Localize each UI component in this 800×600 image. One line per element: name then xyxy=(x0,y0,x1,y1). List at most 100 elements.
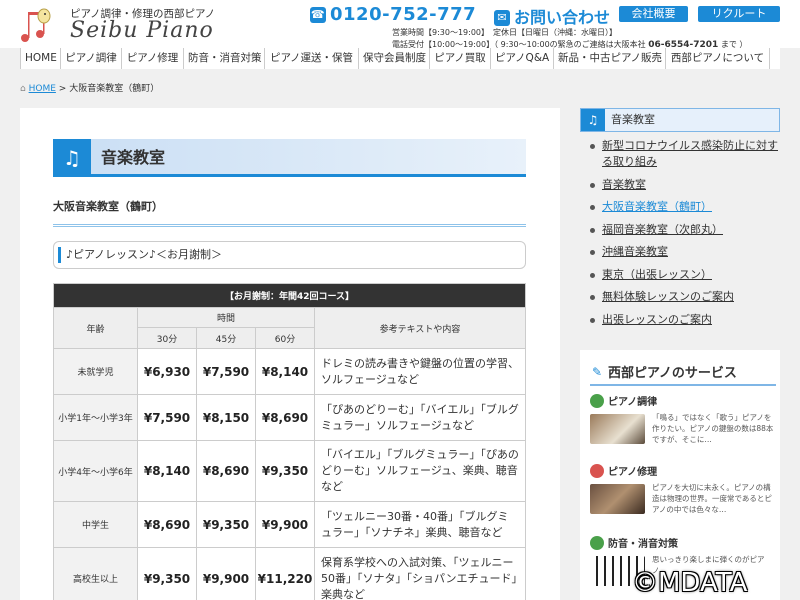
header-45min: 45分 xyxy=(196,327,256,349)
service-tuning[interactable]: ピアノ調律 「鳴る」ではなく「歌う」ピアノを作りたい。ピアノの鍵盤の数は88本で… xyxy=(590,394,776,464)
soundproofing-icon xyxy=(590,536,604,550)
price-60: ¥9,900 xyxy=(255,501,315,548)
row-reference: 「ぴあのどりーむ」「バイエル」「ブルグミュラー」ソルフェージュなど xyxy=(314,394,526,441)
sidebar-item-visiting-lessons[interactable]: 出張レッスンのご案内 xyxy=(580,312,780,328)
price-60: ¥8,140 xyxy=(255,348,315,395)
global-nav: HOME ピアノ調律 ピアノ修理 防音・消音対策 ピアノ運送・保管 保守会員制度… xyxy=(20,48,780,69)
music-note-icon: ♫ xyxy=(581,109,605,131)
home-icon: ⌂ xyxy=(20,84,26,94)
sidebar-item-label: 音楽教室 xyxy=(602,177,646,191)
row-age: 高校生以上 xyxy=(53,547,138,600)
breadcrumb-separator: > xyxy=(58,84,67,94)
price-45: ¥7,590 xyxy=(196,348,256,395)
table-row: 中学生 ¥8,690 ¥9,350 ¥9,900 「ツェルニー30番・40番」「… xyxy=(53,501,526,548)
sidebar-item-osaka[interactable]: 大阪音楽教室（鶴町） xyxy=(580,199,780,215)
nav-transport[interactable]: ピアノ運送・保管 xyxy=(265,48,359,69)
services-title: 西部ピアノのサービス xyxy=(608,366,737,381)
header-age: 年齢 xyxy=(53,307,138,349)
site-logo[interactable]: ピアノ調律・修理の西部ピアノ Seibu Piano xyxy=(18,2,218,46)
sidebar-menu: 新型コロナウイルス感染防止に対する取り組み 音楽教室 大阪音楽教室（鶴町） 福岡… xyxy=(580,138,780,328)
breadcrumb-current: 大阪音楽教室（鶴町） xyxy=(69,84,160,94)
recruit-button[interactable]: リクルート xyxy=(698,6,780,22)
service-title: 防音・消音対策 xyxy=(608,539,678,550)
mail-icon: ✉ xyxy=(494,10,510,26)
nav-repair[interactable]: ピアノ修理 xyxy=(122,48,184,69)
sidebar-title: 音楽教室 xyxy=(611,113,655,126)
breadcrumb-home[interactable]: HOME xyxy=(29,84,56,94)
nav-tuning[interactable]: ピアノ調律 xyxy=(61,48,122,69)
nav-sales[interactable]: 新品・中古ピアノ販売 xyxy=(554,48,666,69)
site-header: ピアノ調律・修理の西部ピアノ Seibu Piano ☎ 0120-752-777… xyxy=(0,0,800,50)
table-row: 未就学児 ¥6,930 ¥7,590 ¥8,140 ドレミの読み書きや鍵盤の位置… xyxy=(53,348,526,395)
sidebar-item-tokyo[interactable]: 東京（出張レッスン） xyxy=(580,267,780,283)
services-heading: ✎ 西部ピアノのサービス xyxy=(590,358,776,386)
sidebar-item-label: 福岡音楽教室（次郎丸） xyxy=(602,222,723,236)
header-time: 時間 xyxy=(137,307,315,328)
sidebar-item-music-school[interactable]: 音楽教室 xyxy=(580,177,780,193)
price-45: ¥8,150 xyxy=(196,394,256,441)
repair-icon xyxy=(590,464,604,478)
services-panel: ✎ 西部ピアノのサービス ピアノ調律 「鳴る」ではなく「歌う」ピアノを作りたい。… xyxy=(580,350,780,600)
sidebar-item-label: 新型コロナウイルス感染防止に対する取り組み xyxy=(602,139,778,168)
sidebar-item-okinawa[interactable]: 沖縄音楽教室 xyxy=(580,244,780,260)
page-title: 音楽教室 xyxy=(101,148,166,167)
nav-buyback[interactable]: ピアノ買取 xyxy=(430,48,491,69)
pencil-icon: ✎ xyxy=(592,365,603,379)
company-info-button[interactable]: 会社概要 xyxy=(619,6,688,22)
logo-brand-name: Seibu Piano xyxy=(70,18,214,43)
table-row: 小学4年〜小学6年 ¥8,140 ¥8,690 ¥9,350 「バイエル」「ブル… xyxy=(53,440,529,502)
phone-icon: ☎ xyxy=(310,7,326,23)
price-30: ¥6,930 xyxy=(137,348,197,395)
sidebar-item-covid[interactable]: 新型コロナウイルス感染防止に対する取り組み xyxy=(580,138,780,170)
sidebar-item-label: 沖縄音楽教室 xyxy=(602,245,668,258)
header-phone[interactable]: ☎ 0120-752-777 xyxy=(310,4,476,25)
nav-home[interactable]: HOME xyxy=(21,48,61,69)
sidebar-item-label: 無料体験レッスンのご案内 xyxy=(602,290,734,303)
tuition-table: 【お月謝制：年間42回コース】 年齢 時間 参考テキストや内容 30分 45分 … xyxy=(53,283,529,600)
sidebar-heading: ♫ 音楽教室 xyxy=(580,108,780,132)
contact-label: お問い合わせ xyxy=(514,8,611,27)
service-title: ピアノ調律 xyxy=(608,397,658,408)
tuning-icon xyxy=(590,394,604,408)
row-reference: ドレミの読み書きや鍵盤の位置の学習、ソルフェージュなど xyxy=(314,348,526,395)
price-60: ¥9,350 xyxy=(255,440,315,502)
copyright-watermark: ©MDATA xyxy=(632,568,748,598)
price-45: ¥8,690 xyxy=(196,440,256,502)
sidebar-item-fukuoka[interactable]: 福岡音楽教室（次郎丸） xyxy=(580,222,780,238)
page-heading: ♫ 音楽教室 xyxy=(53,139,526,177)
sidebar-item-free-trial[interactable]: 無料体験レッスンのご案内 xyxy=(580,289,780,305)
header-30min: 30分 xyxy=(137,327,197,349)
row-age: 小学1年〜小学3年 xyxy=(53,394,138,441)
sidebar-item-label: 出張レッスンのご案内 xyxy=(602,312,712,326)
lesson-title: ♪ピアノレッスン♪＜お月謝制＞ xyxy=(53,241,526,269)
row-reference: 「ツェルニー30番・40番」「ブルグミュラー」「ソナチネ」楽典、聴音など xyxy=(314,501,526,548)
header-reference: 参考テキストや内容 xyxy=(314,307,526,349)
service-description: 「鳴る」ではなく「歌う」ピアノを作りたい。ピアノの鍵盤の数は88本ですが、そこに… xyxy=(652,413,774,444)
price-30: ¥8,690 xyxy=(137,501,197,548)
nav-membership[interactable]: 保守会員制度 xyxy=(359,48,430,69)
service-repair[interactable]: ピアノ修理 ピアノを大切に末永く。ピアノの構造は物理の世界。一度常であるとピアノ… xyxy=(590,464,776,534)
price-30: ¥7,590 xyxy=(137,394,197,441)
nav-soundproofing[interactable]: 防音・消音対策 xyxy=(184,48,265,69)
price-30: ¥9,350 xyxy=(137,547,197,600)
row-age: 中学生 xyxy=(53,501,138,548)
music-note-icon: ♫ xyxy=(53,139,91,177)
header-contact-link[interactable]: ✉ お問い合わせ xyxy=(494,4,610,28)
sidebar-item-label: 大阪音楽教室（鶴町） xyxy=(602,200,712,213)
row-reference: 「バイエル」「ブルグミュラー」「ぴあのどりーむ」ソルフェージュ、楽典、聴音 など xyxy=(314,440,529,502)
tuning-thumbnail xyxy=(590,414,645,444)
table-row: 小学1年〜小学3年 ¥7,590 ¥8,150 ¥8,690 「ぴあのどりーむ」… xyxy=(53,394,526,441)
price-60: ¥11,220 xyxy=(255,547,315,600)
service-title: ピアノ修理 xyxy=(608,467,658,478)
business-hours: 営業時間【9:30～19:00】 定休日【日曜日（沖縄：水曜日）】 xyxy=(392,28,618,37)
table-row: 高校生以上 ¥9,350 ¥9,900 ¥11,220 保育系学校への入試対策、… xyxy=(53,547,526,600)
price-60: ¥8,690 xyxy=(255,394,315,441)
nav-about[interactable]: 西部ピアノについて xyxy=(666,48,770,69)
sidebar-item-label: 東京（出張レッスン） xyxy=(602,267,712,281)
service-description: ピアノを大切に末永く。ピアノの構造は物理の世界。一度常であるとピアノの中では色々… xyxy=(652,483,772,514)
price-30: ¥8,140 xyxy=(137,440,197,502)
nav-faq[interactable]: ピアノQ&A xyxy=(491,48,554,69)
music-notes-icon xyxy=(21,8,51,42)
header-60min: 60分 xyxy=(255,327,315,349)
table-caption: 【お月謝制：年間42回コース】 xyxy=(53,283,526,308)
